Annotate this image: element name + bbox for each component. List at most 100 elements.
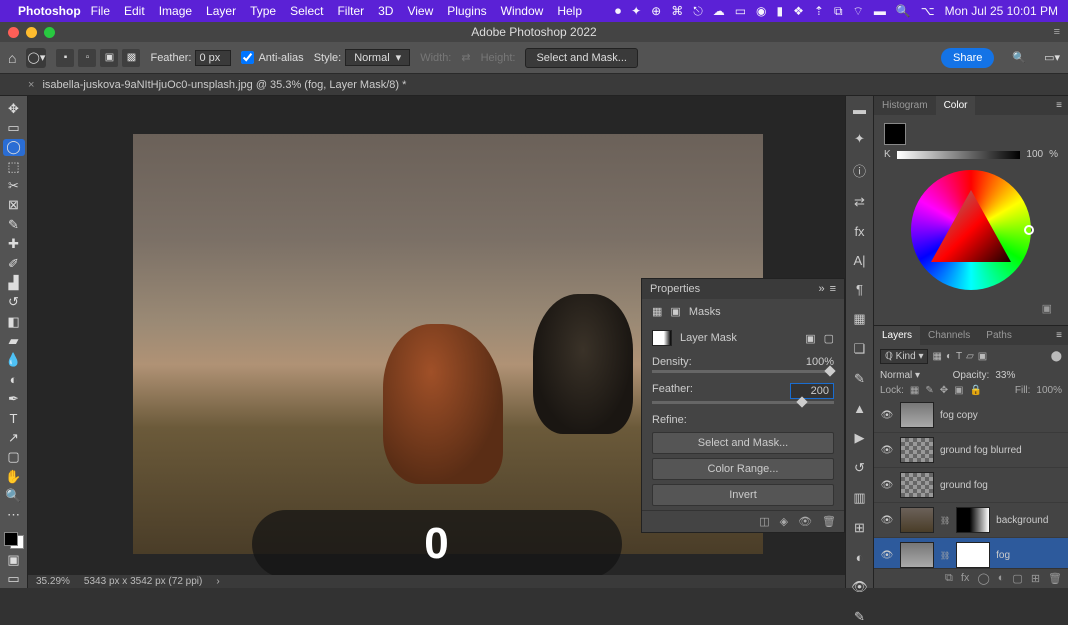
panel-icon[interactable]: ◐: [856, 550, 864, 565]
style-dropdown[interactable]: Normal▾: [345, 49, 410, 66]
paragraph-panel-icon[interactable]: ¶: [856, 282, 863, 297]
zoom-level[interactable]: 35.29%: [36, 576, 70, 587]
select-and-mask-button[interactable]: Select and Mask...: [652, 432, 834, 454]
density-slider[interactable]: [652, 370, 834, 373]
new-fill-icon[interactable]: ◐: [998, 572, 1005, 585]
menu-file[interactable]: File: [91, 4, 110, 18]
marquee-tool-icon[interactable]: ▭: [3, 119, 25, 136]
brush-tool-icon[interactable]: ✐: [3, 255, 25, 272]
properties-panel[interactable]: Properties»≡ ▦ ▣ Masks Layer Mask ▣ ▢ De…: [641, 278, 845, 533]
tab-channels[interactable]: Channels: [920, 326, 978, 345]
status-icon[interactable]: ⊕: [651, 4, 661, 18]
layer-thumbnail[interactable]: [900, 472, 934, 498]
libraries-panel-icon[interactable]: ▦: [853, 311, 865, 327]
menu-layer[interactable]: Layer: [206, 4, 236, 18]
frame-tool-icon[interactable]: ⊠: [3, 197, 25, 214]
eyedropper-tool-icon[interactable]: ✎: [3, 216, 25, 233]
antialias-checkbox[interactable]: Anti-alias: [241, 51, 303, 64]
layer-thumbnail[interactable]: [900, 402, 934, 428]
visibility-toggle-icon[interactable]: 👁: [880, 480, 894, 491]
panel-menu-icon[interactable]: ≡: [1050, 326, 1068, 345]
layer-thumbnail[interactable]: [900, 542, 934, 568]
delete-mask-icon[interactable]: 🗑: [822, 515, 836, 528]
panel-icon[interactable]: ❏: [854, 341, 866, 357]
lock-position-icon[interactable]: ✥: [940, 385, 948, 396]
foreground-color-swatch[interactable]: [884, 123, 906, 145]
color-wheel[interactable]: [911, 170, 1031, 290]
mask-thumbnail[interactable]: [652, 330, 672, 346]
status-icon[interactable]: ▭: [735, 4, 746, 18]
layer-name[interactable]: ground fog blurred: [940, 445, 1022, 456]
eraser-tool-icon[interactable]: ◧: [3, 313, 25, 330]
menu-plugins[interactable]: Plugins: [447, 4, 486, 18]
layer-filter-kind[interactable]: ℚ Kind ▾: [880, 349, 928, 364]
lock-all-icon[interactable]: 🔒: [970, 385, 982, 396]
feather-input[interactable]: [195, 50, 231, 66]
layer-name[interactable]: fog: [996, 550, 1010, 561]
selection-subtract-icon[interactable]: ▣: [100, 49, 118, 67]
menu-type[interactable]: Type: [250, 4, 276, 18]
status-icon[interactable]: ⏺: [615, 4, 621, 19]
status-icon[interactable]: ▮: [777, 4, 784, 18]
character-panel-icon[interactable]: A|: [853, 253, 865, 268]
share-button[interactable]: Share: [941, 48, 994, 68]
toggle-mask-icon[interactable]: 👁: [798, 515, 812, 528]
actions-panel-icon[interactable]: ▶: [855, 430, 865, 446]
feather-slider[interactable]: [652, 401, 834, 404]
add-vector-mask-icon[interactable]: ▢: [824, 332, 834, 345]
tab-close-icon[interactable]: ×: [28, 79, 34, 91]
mask-thumbnail[interactable]: [956, 507, 990, 533]
filter-pixel-icon[interactable]: ▦: [932, 351, 941, 362]
wifi-icon[interactable]: ⌔: [853, 4, 864, 19]
link-layers-icon[interactable]: ⧉: [945, 572, 953, 585]
navigator-panel-icon[interactable]: ⊞: [854, 520, 865, 536]
lock-artboard-icon[interactable]: ▣: [954, 385, 963, 396]
menu-3d[interactable]: 3D: [378, 4, 393, 18]
visibility-toggle-icon[interactable]: 👁: [880, 515, 894, 526]
mask-from-selection-icon[interactable]: ◫: [759, 515, 769, 528]
panel-icon[interactable]: ▥: [853, 490, 865, 506]
adjustments-panel-icon[interactable]: ✦: [854, 131, 865, 147]
filter-adjustment-icon[interactable]: ◐: [946, 351, 952, 362]
clock[interactable]: Mon Jul 25 10:01 PM: [945, 4, 1058, 18]
pen-tool-icon[interactable]: ✒: [3, 390, 25, 407]
menu-view[interactable]: View: [407, 4, 433, 18]
tool-preset[interactable]: ◯▾: [26, 48, 46, 68]
panel-icon[interactable]: ✎: [854, 371, 865, 387]
layer-row[interactable]: 👁ground fog: [874, 468, 1068, 503]
delete-layer-icon[interactable]: 🗑: [1048, 572, 1062, 585]
crop-tool-icon[interactable]: ✂: [3, 177, 25, 194]
control-center-icon[interactable]: ⌥: [921, 4, 935, 18]
document-tab[interactable]: isabella-juskova-9aNItHjuOc0-unsplash.jp…: [42, 79, 406, 91]
tab-color[interactable]: Color: [936, 96, 976, 115]
panel-icon[interactable]: 👁: [851, 579, 868, 595]
status-icon[interactable]: ⎋: [693, 4, 703, 19]
stamp-tool-icon[interactable]: ▟: [3, 274, 25, 291]
styles-panel-icon[interactable]: fx: [854, 224, 864, 239]
selection-new-icon[interactable]: ▪: [56, 49, 74, 67]
document-dimensions[interactable]: 5343 px x 3542 px (72 ppi): [84, 576, 202, 587]
add-pixel-mask-icon[interactable]: ▣: [805, 332, 815, 345]
workspace-icon[interactable]: ▭▾: [1044, 51, 1060, 64]
select-and-mask-button[interactable]: Select and Mask...: [525, 48, 638, 68]
pixel-mask-icon[interactable]: ▦: [652, 305, 662, 318]
invert-button[interactable]: Invert: [652, 484, 834, 506]
status-icon[interactable]: ☁: [713, 4, 725, 18]
more-tools-icon[interactable]: ⋯: [3, 507, 25, 524]
layer-thumbnail[interactable]: [900, 507, 934, 533]
add-mask-icon[interactable]: ◯: [977, 572, 989, 585]
menu-filter[interactable]: Filter: [337, 4, 364, 18]
filter-smart-icon[interactable]: ▣: [978, 351, 987, 362]
hand-tool-icon[interactable]: ✋: [3, 468, 25, 485]
menu-app-name[interactable]: Photoshop: [18, 4, 81, 18]
layer-row[interactable]: 👁⛓fog: [874, 538, 1068, 568]
opacity-value[interactable]: 33%: [995, 370, 1062, 381]
visibility-toggle-icon[interactable]: 👁: [880, 410, 894, 421]
tab-paths[interactable]: Paths: [978, 326, 1020, 345]
workspace-menu-icon[interactable]: ≡: [1054, 26, 1060, 38]
window-maximize-button[interactable]: [44, 27, 55, 38]
blend-mode-select[interactable]: Normal ▾: [880, 370, 947, 381]
lasso-tool-icon[interactable]: ◯: [3, 139, 25, 156]
layer-row[interactable]: 👁⛓background: [874, 503, 1068, 538]
info-panel-icon[interactable]: ⓘ: [853, 161, 866, 180]
